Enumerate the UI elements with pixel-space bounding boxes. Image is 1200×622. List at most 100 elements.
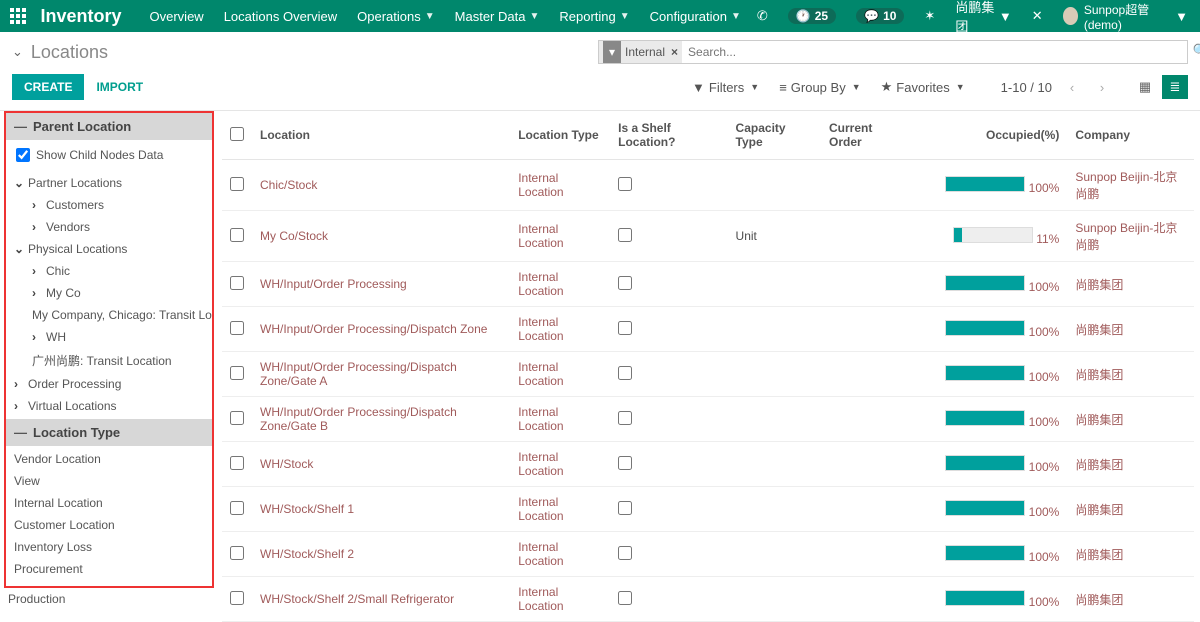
favorites-menu[interactable]: ★Favorites▼ bbox=[881, 79, 965, 95]
company-link[interactable]: 尚鹏集团 bbox=[1075, 503, 1123, 517]
chevron-right-icon[interactable] bbox=[14, 399, 24, 413]
location-type-item[interactable]: Vendor Location bbox=[6, 448, 212, 470]
location-link[interactable]: WH/Input/Order Processing/Dispatch Zone/… bbox=[260, 405, 457, 433]
row-checkbox[interactable] bbox=[230, 276, 244, 290]
location-link[interactable]: WH/Stock/Shelf 2/Small Refrigerator bbox=[260, 592, 454, 606]
tree-item[interactable]: Virtual Locations bbox=[6, 395, 212, 417]
row-checkbox[interactable] bbox=[230, 177, 244, 191]
table-row[interactable]: WH/Input/Order Processing/Dispatch ZoneI… bbox=[222, 307, 1194, 352]
chevron-right-icon[interactable] bbox=[32, 198, 42, 212]
show-child-nodes-row[interactable]: Show Child Nodes Data bbox=[6, 140, 212, 170]
tree-item[interactable]: Physical Locations bbox=[6, 238, 212, 260]
location-type-production[interactable]: Production bbox=[0, 588, 214, 610]
company-switcher[interactable]: 尚鹏集团 ▼ bbox=[949, 0, 1017, 32]
company-link[interactable]: 尚鹏集团 bbox=[1075, 458, 1123, 472]
company-link[interactable]: Sunpop Beijin-北京尚鹏 bbox=[1075, 170, 1177, 201]
tree-item[interactable]: Vendors bbox=[6, 216, 212, 238]
import-button[interactable]: IMPORT bbox=[84, 74, 155, 100]
location-link[interactable]: My Co/Stock bbox=[260, 229, 328, 243]
shelf-checkbox[interactable] bbox=[618, 228, 632, 242]
section-location-type[interactable]: —Location Type bbox=[6, 419, 212, 446]
chevron-down-icon[interactable] bbox=[14, 176, 24, 190]
tree-item[interactable]: 广州尚鹏: Transit Location bbox=[6, 348, 212, 373]
tree-item[interactable]: Partner Locations bbox=[6, 172, 212, 194]
shelf-checkbox[interactable] bbox=[618, 321, 632, 335]
row-checkbox[interactable] bbox=[230, 228, 244, 242]
nav-reporting[interactable]: Reporting▼ bbox=[549, 0, 639, 32]
chevron-right-icon[interactable] bbox=[32, 330, 42, 344]
chevron-right-icon[interactable] bbox=[32, 220, 42, 234]
location-link[interactable]: WH/Input/Order Processing/Dispatch Zone/… bbox=[260, 360, 457, 388]
chevron-down-icon[interactable] bbox=[14, 242, 24, 256]
col-capacity[interactable]: Capacity Type bbox=[728, 111, 821, 160]
row-checkbox[interactable] bbox=[230, 456, 244, 470]
section-parent-location[interactable]: —Parent Location bbox=[6, 113, 212, 140]
shelf-checkbox[interactable] bbox=[618, 591, 632, 605]
search-input[interactable] bbox=[682, 45, 1187, 59]
tree-item[interactable]: My Company, Chicago: Transit Location bbox=[6, 304, 212, 326]
row-checkbox[interactable] bbox=[230, 366, 244, 380]
table-row[interactable]: WH/Input/Order Processing/Dispatch Zone/… bbox=[222, 352, 1194, 397]
debug-icon[interactable]: ✶ bbox=[918, 0, 941, 32]
location-type-item[interactable]: Inventory Loss bbox=[6, 536, 212, 558]
tree-item[interactable]: Chic bbox=[6, 260, 212, 282]
col-occupied[interactable]: Occupied(%) bbox=[905, 111, 1067, 160]
search-chip-internal[interactable]: ▾ Internal × bbox=[599, 41, 682, 63]
nav-master-data[interactable]: Master Data▼ bbox=[445, 0, 550, 32]
shelf-checkbox[interactable] bbox=[618, 411, 632, 425]
tree-item[interactable]: Customers bbox=[6, 194, 212, 216]
shelf-checkbox[interactable] bbox=[618, 501, 632, 515]
table-row[interactable]: WH/Input/Order ProcessingInternal Locati… bbox=[222, 262, 1194, 307]
show-child-checkbox[interactable] bbox=[16, 148, 30, 162]
row-checkbox[interactable] bbox=[230, 411, 244, 425]
location-link[interactable]: WH/Input/Order Processing/Dispatch Zone bbox=[260, 322, 487, 336]
company-link[interactable]: 尚鹏集团 bbox=[1075, 323, 1123, 337]
table-row[interactable]: Chic/StockInternal Location 100%Sunpop B… bbox=[222, 160, 1194, 211]
phone-icon[interactable]: ✆ bbox=[751, 0, 774, 32]
pager-text[interactable]: 1-10 / 10 bbox=[1001, 80, 1052, 95]
row-checkbox[interactable] bbox=[230, 546, 244, 560]
table-row[interactable]: WH/Stock/Shelf 1Internal Location 100%尚鹏… bbox=[222, 487, 1194, 532]
location-link[interactable]: WH/Input/Order Processing bbox=[260, 277, 407, 291]
shelf-checkbox[interactable] bbox=[618, 177, 632, 191]
groupby-menu[interactable]: ≡Group By▼ bbox=[779, 80, 860, 95]
nav-locations-overview[interactable]: Locations Overview bbox=[214, 0, 347, 32]
tree-item[interactable]: My Co bbox=[6, 282, 212, 304]
row-checkbox[interactable] bbox=[230, 501, 244, 515]
location-link[interactable]: Chic/Stock bbox=[260, 178, 317, 192]
table-row[interactable]: WH/Stock/Shelf 2Internal Location 100%尚鹏… bbox=[222, 532, 1194, 577]
nav-configuration[interactable]: Configuration▼ bbox=[640, 0, 751, 32]
select-all-checkbox[interactable] bbox=[230, 127, 244, 141]
location-type-item[interactable]: Procurement bbox=[6, 558, 212, 580]
col-location[interactable]: Location bbox=[252, 111, 510, 160]
table-row[interactable]: WH/Stock/Shelf 2/Small RefrigeratorInter… bbox=[222, 577, 1194, 622]
chevron-right-icon[interactable] bbox=[14, 377, 24, 391]
location-link[interactable]: WH/Stock/Shelf 2 bbox=[260, 547, 354, 561]
search-box[interactable]: ▾ Internal × 🔍 bbox=[598, 40, 1188, 64]
activity-badge[interactable]: 🕐 25 bbox=[782, 0, 842, 32]
chevron-right-icon[interactable] bbox=[32, 286, 42, 300]
remove-chip-icon[interactable]: × bbox=[671, 45, 678, 59]
row-checkbox[interactable] bbox=[230, 591, 244, 605]
row-checkbox[interactable] bbox=[230, 321, 244, 335]
table-row[interactable]: WH/Input/Order Processing/Dispatch Zone/… bbox=[222, 397, 1194, 442]
search-icon[interactable]: 🔍 bbox=[1193, 43, 1200, 59]
shelf-checkbox[interactable] bbox=[618, 546, 632, 560]
filters-menu[interactable]: ▼Filters▼ bbox=[692, 80, 759, 95]
col-location-type[interactable]: Location Type bbox=[510, 111, 610, 160]
nav-operations[interactable]: Operations▼ bbox=[347, 0, 445, 32]
shelf-checkbox[interactable] bbox=[618, 276, 632, 290]
company-link[interactable]: 尚鹏集团 bbox=[1075, 278, 1123, 292]
location-type-item[interactable]: Internal Location bbox=[6, 492, 212, 514]
col-current-order[interactable]: Current Order bbox=[821, 111, 905, 160]
company-link[interactable]: 尚鹏集团 bbox=[1075, 413, 1123, 427]
nav-overview[interactable]: Overview bbox=[140, 0, 214, 32]
company-link[interactable]: 尚鹏集团 bbox=[1075, 548, 1123, 562]
col-company[interactable]: Company bbox=[1067, 111, 1194, 160]
pager-prev-icon[interactable]: ‹ bbox=[1062, 77, 1082, 97]
shelf-checkbox[interactable] bbox=[618, 456, 632, 470]
messages-badge[interactable]: 💬 10 bbox=[850, 0, 910, 32]
location-link[interactable]: WH/Stock/Shelf 1 bbox=[260, 502, 354, 516]
company-link[interactable]: 尚鹏集团 bbox=[1075, 593, 1123, 607]
app-title[interactable]: Inventory bbox=[40, 6, 121, 27]
